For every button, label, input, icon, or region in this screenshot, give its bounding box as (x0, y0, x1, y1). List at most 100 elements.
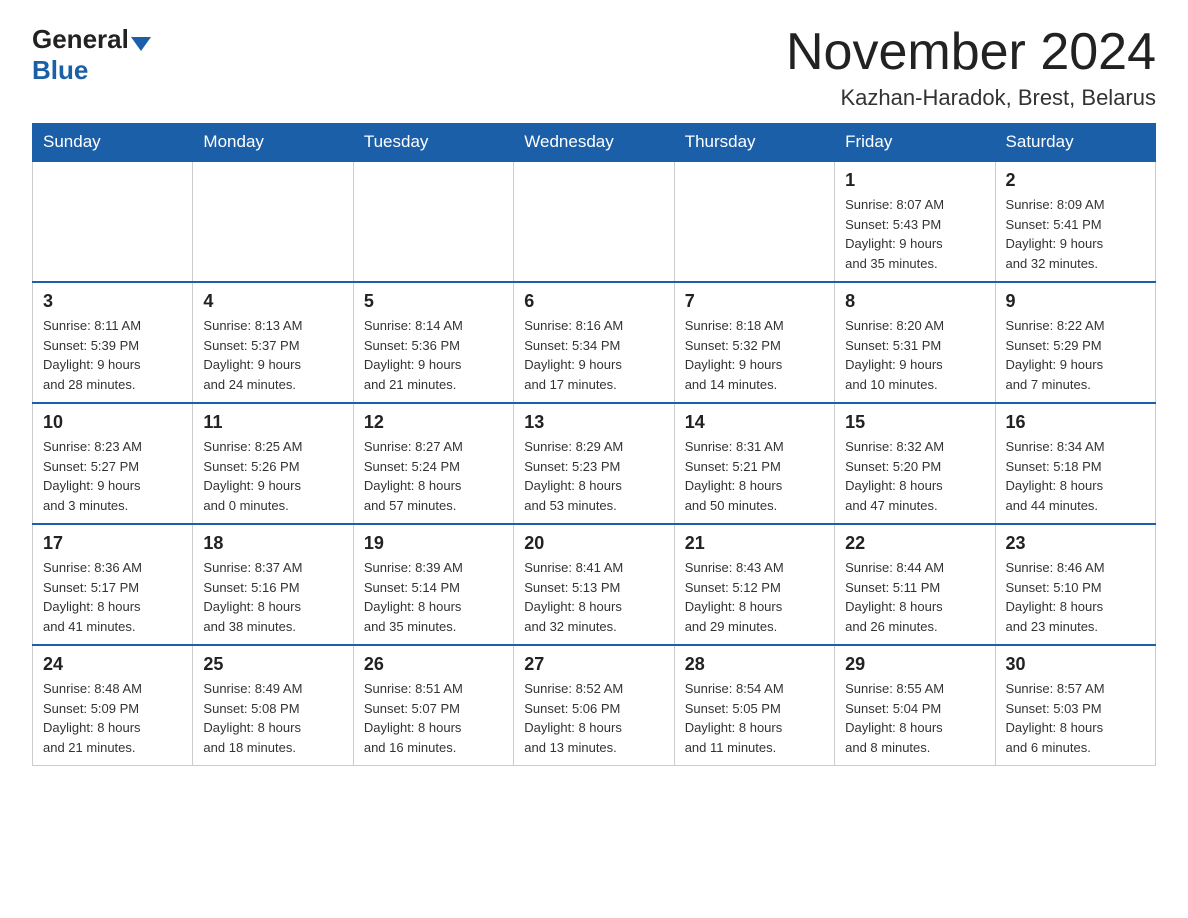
day-info: Sunrise: 8:55 AM Sunset: 5:04 PM Dayligh… (845, 679, 984, 757)
calendar-cell (353, 161, 513, 282)
calendar-cell: 23Sunrise: 8:46 AM Sunset: 5:10 PM Dayli… (995, 524, 1155, 645)
day-number: 3 (43, 291, 182, 312)
day-number: 22 (845, 533, 984, 554)
calendar-cell: 20Sunrise: 8:41 AM Sunset: 5:13 PM Dayli… (514, 524, 674, 645)
day-number: 4 (203, 291, 342, 312)
calendar-cell: 22 Sunrise: 8:44 AM Sunset: 5:11 PM Dayli… (835, 524, 995, 645)
weekday-header-tuesday: Tuesday (353, 124, 513, 162)
calendar-week-row: 24 Sunrise: 8:48 AM Sunset: 5:09 PM Dayli… (33, 645, 1156, 766)
location-subtitle: Kazhan-Haradok, Brest, Belarus (786, 85, 1156, 111)
weekday-header-sunday: Sunday (33, 124, 193, 162)
calendar-cell: 21 Sunrise: 8:43 AM Sunset: 5:12 PM Dayli… (674, 524, 834, 645)
weekday-header-wednesday: Wednesday (514, 124, 674, 162)
day-number: 26 (364, 654, 503, 675)
weekday-header-saturday: Saturday (995, 124, 1155, 162)
calendar-cell: 8 Sunrise: 8:20 AM Sunset: 5:31 PM Daylig… (835, 282, 995, 403)
day-number: 16 (1006, 412, 1145, 433)
day-info: Sunrise: 8:25 AM Sunset: 5:26 PM Dayligh… (203, 437, 342, 515)
day-number: 7 (685, 291, 824, 312)
calendar-cell: 27 Sunrise: 8:52 AM Sunset: 5:06 PM Dayli… (514, 645, 674, 766)
day-info: Sunrise: 8:29 AM Sunset: 5:23 PM Dayligh… (524, 437, 663, 515)
calendar-cell: 15 Sunrise: 8:32 AM Sunset: 5:20 PM Dayli… (835, 403, 995, 524)
calendar-header-row: SundayMondayTuesdayWednesdayThursdayFrid… (33, 124, 1156, 162)
day-info: Sunrise: 8:16 AM Sunset: 5:34 PM Dayligh… (524, 316, 663, 394)
logo-blue-text: Blue (32, 55, 88, 85)
day-number: 29 (845, 654, 984, 675)
day-number: 27 (524, 654, 663, 675)
day-number: 20 (524, 533, 663, 554)
calendar-cell (33, 161, 193, 282)
day-info: Sunrise: 8:52 AM Sunset: 5:06 PM Dayligh… (524, 679, 663, 757)
day-number: 21 (685, 533, 824, 554)
day-number: 12 (364, 412, 503, 433)
day-number: 30 (1006, 654, 1145, 675)
calendar-cell (674, 161, 834, 282)
calendar-cell: 18Sunrise: 8:37 AM Sunset: 5:16 PM Dayli… (193, 524, 353, 645)
calendar-cell: 12 Sunrise: 8:27 AM Sunset: 5:24 PM Dayli… (353, 403, 513, 524)
day-number: 6 (524, 291, 663, 312)
calendar-cell: 19Sunrise: 8:39 AM Sunset: 5:14 PM Dayli… (353, 524, 513, 645)
day-info: Sunrise: 8:39 AM Sunset: 5:14 PM Dayligh… (364, 558, 503, 636)
day-info: Sunrise: 8:44 AM Sunset: 5:11 PM Dayligh… (845, 558, 984, 636)
calendar-cell: 10 Sunrise: 8:23 AM Sunset: 5:27 PM Dayli… (33, 403, 193, 524)
calendar-cell: 3 Sunrise: 8:11 AM Sunset: 5:39 PM Daylig… (33, 282, 193, 403)
day-number: 17 (43, 533, 182, 554)
calendar-week-row: 17 Sunrise: 8:36 AM Sunset: 5:17 PM Dayli… (33, 524, 1156, 645)
calendar-cell: 9Sunrise: 8:22 AM Sunset: 5:29 PM Daylig… (995, 282, 1155, 403)
calendar-cell: 28 Sunrise: 8:54 AM Sunset: 5:05 PM Dayli… (674, 645, 834, 766)
day-info: Sunrise: 8:20 AM Sunset: 5:31 PM Dayligh… (845, 316, 984, 394)
day-info: Sunrise: 8:23 AM Sunset: 5:27 PM Dayligh… (43, 437, 182, 515)
calendar-cell: 4Sunrise: 8:13 AM Sunset: 5:37 PM Daylig… (193, 282, 353, 403)
day-number: 8 (845, 291, 984, 312)
calendar-cell: 17 Sunrise: 8:36 AM Sunset: 5:17 PM Dayli… (33, 524, 193, 645)
day-number: 10 (43, 412, 182, 433)
logo: General Blue (32, 24, 153, 86)
day-number: 2 (1006, 170, 1145, 191)
day-info: Sunrise: 8:07 AM Sunset: 5:43 PM Dayligh… (845, 195, 984, 273)
day-info: Sunrise: 8:43 AM Sunset: 5:12 PM Dayligh… (685, 558, 824, 636)
day-info: Sunrise: 8:49 AM Sunset: 5:08 PM Dayligh… (203, 679, 342, 757)
calendar-cell: 29 Sunrise: 8:55 AM Sunset: 5:04 PM Dayli… (835, 645, 995, 766)
day-number: 5 (364, 291, 503, 312)
day-info: Sunrise: 8:48 AM Sunset: 5:09 PM Dayligh… (43, 679, 182, 757)
calendar-cell: 11 Sunrise: 8:25 AM Sunset: 5:26 PM Dayli… (193, 403, 353, 524)
day-info: Sunrise: 8:57 AM Sunset: 5:03 PM Dayligh… (1006, 679, 1145, 757)
logo-arrow-icon (131, 37, 151, 51)
day-number: 23 (1006, 533, 1145, 554)
day-number: 25 (203, 654, 342, 675)
calendar-cell: 6 Sunrise: 8:16 AM Sunset: 5:34 PM Daylig… (514, 282, 674, 403)
day-info: Sunrise: 8:32 AM Sunset: 5:20 PM Dayligh… (845, 437, 984, 515)
calendar-cell: 2 Sunrise: 8:09 AM Sunset: 5:41 PM Daylig… (995, 161, 1155, 282)
day-info: Sunrise: 8:36 AM Sunset: 5:17 PM Dayligh… (43, 558, 182, 636)
day-number: 1 (845, 170, 984, 191)
calendar-cell: 14Sunrise: 8:31 AM Sunset: 5:21 PM Dayli… (674, 403, 834, 524)
day-info: Sunrise: 8:31 AM Sunset: 5:21 PM Dayligh… (685, 437, 824, 515)
day-info: Sunrise: 8:11 AM Sunset: 5:39 PM Dayligh… (43, 316, 182, 394)
day-number: 9 (1006, 291, 1145, 312)
calendar-table: SundayMondayTuesdayWednesdayThursdayFrid… (32, 123, 1156, 766)
day-number: 11 (203, 412, 342, 433)
calendar-cell: 16Sunrise: 8:34 AM Sunset: 5:18 PM Dayli… (995, 403, 1155, 524)
calendar-week-row: 1 Sunrise: 8:07 AM Sunset: 5:43 PM Daylig… (33, 161, 1156, 282)
calendar-cell: 1 Sunrise: 8:07 AM Sunset: 5:43 PM Daylig… (835, 161, 995, 282)
day-number: 15 (845, 412, 984, 433)
day-info: Sunrise: 8:51 AM Sunset: 5:07 PM Dayligh… (364, 679, 503, 757)
calendar-cell: 26 Sunrise: 8:51 AM Sunset: 5:07 PM Dayli… (353, 645, 513, 766)
calendar-week-row: 10 Sunrise: 8:23 AM Sunset: 5:27 PM Dayli… (33, 403, 1156, 524)
weekday-header-friday: Friday (835, 124, 995, 162)
day-info: Sunrise: 8:54 AM Sunset: 5:05 PM Dayligh… (685, 679, 824, 757)
month-title: November 2024 (786, 24, 1156, 81)
day-number: 24 (43, 654, 182, 675)
calendar-cell (193, 161, 353, 282)
calendar-cell: 7 Sunrise: 8:18 AM Sunset: 5:32 PM Daylig… (674, 282, 834, 403)
day-info: Sunrise: 8:27 AM Sunset: 5:24 PM Dayligh… (364, 437, 503, 515)
calendar-week-row: 3 Sunrise: 8:11 AM Sunset: 5:39 PM Daylig… (33, 282, 1156, 403)
day-number: 28 (685, 654, 824, 675)
day-info: Sunrise: 8:18 AM Sunset: 5:32 PM Dayligh… (685, 316, 824, 394)
day-info: Sunrise: 8:37 AM Sunset: 5:16 PM Dayligh… (203, 558, 342, 636)
day-info: Sunrise: 8:09 AM Sunset: 5:41 PM Dayligh… (1006, 195, 1145, 273)
title-area: November 2024 Kazhan-Haradok, Brest, Bel… (786, 24, 1156, 111)
calendar-cell: 24 Sunrise: 8:48 AM Sunset: 5:09 PM Dayli… (33, 645, 193, 766)
calendar-cell (514, 161, 674, 282)
weekday-header-thursday: Thursday (674, 124, 834, 162)
